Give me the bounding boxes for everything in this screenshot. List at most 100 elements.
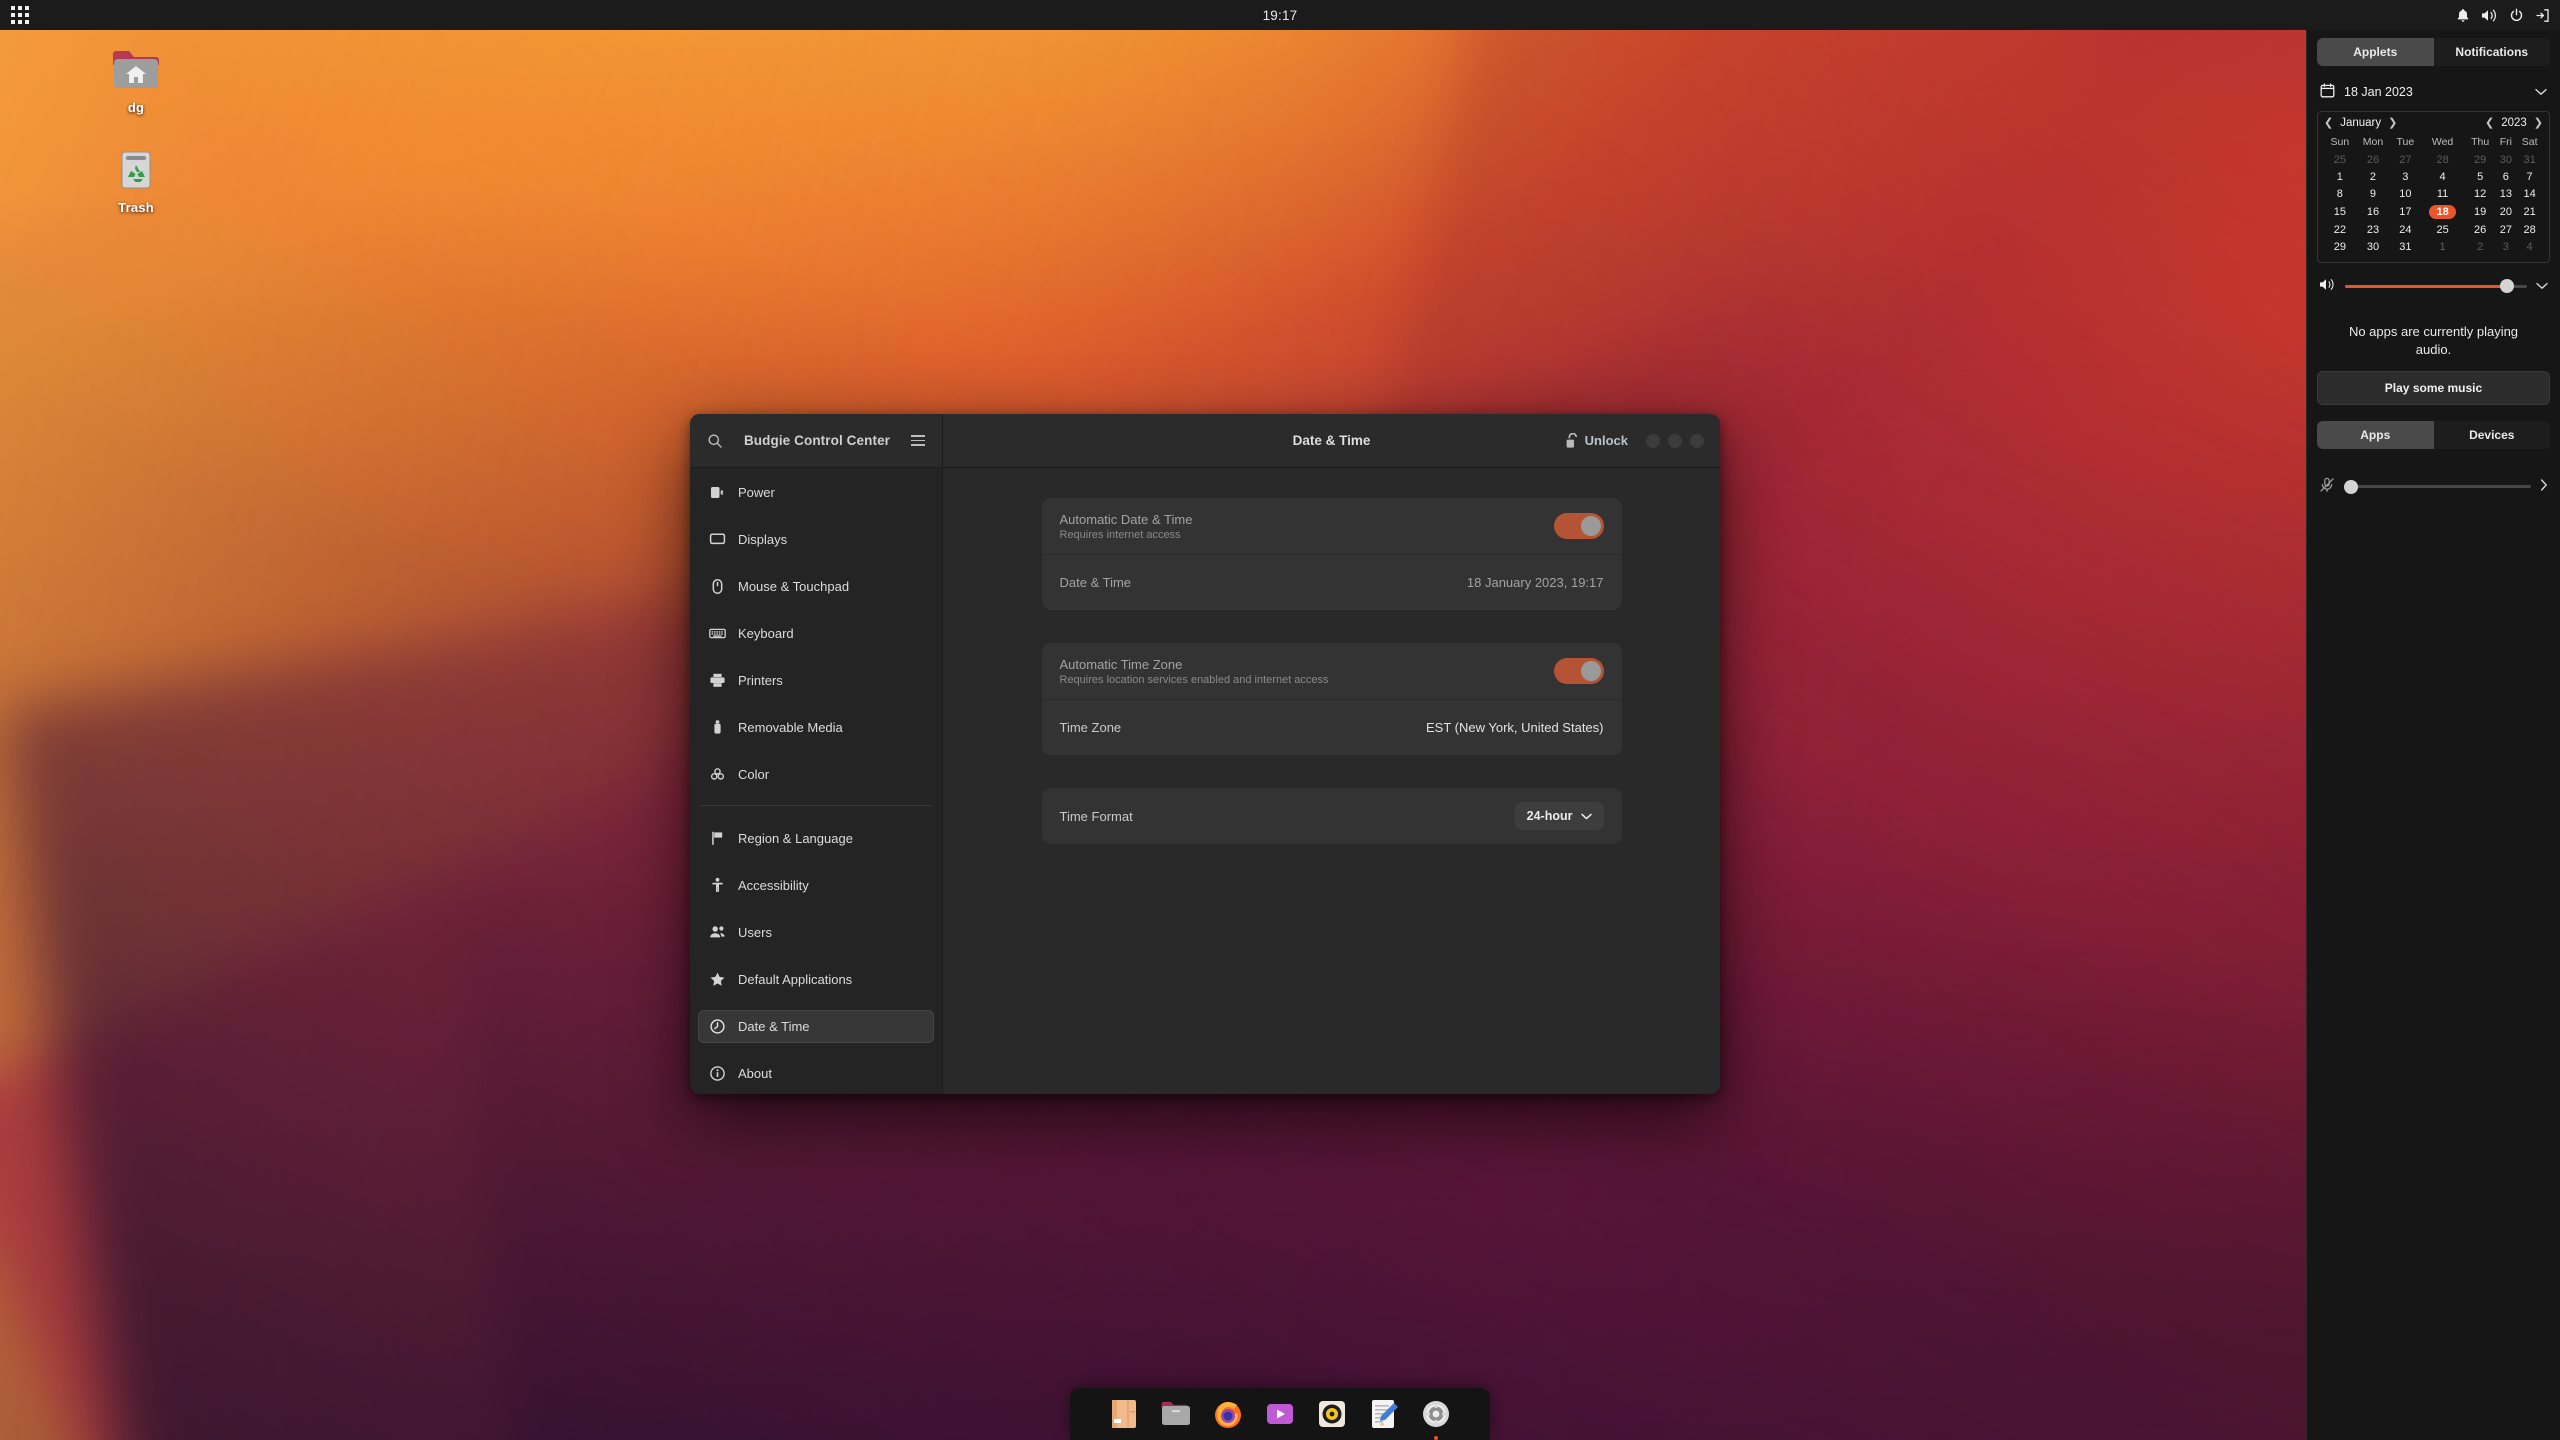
calendar-day[interactable]: 10 [2390, 185, 2420, 202]
calendar-day[interactable]: 11 [2420, 185, 2464, 202]
calendar-day[interactable]: 17 [2390, 202, 2420, 221]
desktop-icon-trash[interactable]: Trash [88, 142, 184, 215]
prev-year-button[interactable]: ❮ [2485, 117, 2494, 129]
calendar-day[interactable]: 22 [2324, 221, 2356, 238]
search-icon[interactable] [704, 433, 726, 449]
sidebar-item-color[interactable]: Color [698, 758, 934, 791]
close-button[interactable] [1690, 433, 1704, 448]
calendar-day[interactable]: 26 [2465, 221, 2496, 238]
calendar-day[interactable]: 21 [2516, 202, 2543, 221]
chevron-right-icon[interactable] [2540, 479, 2548, 494]
sidebar-item-accessibility[interactable]: Accessibility [698, 869, 934, 902]
dock-item-software-center[interactable] [1105, 1395, 1143, 1433]
automatic-date-time-toggle[interactable] [1553, 513, 1604, 539]
dock-item-text-editor[interactable] [1365, 1395, 1403, 1433]
prev-month-button[interactable]: ❮ [2324, 117, 2333, 129]
calendar-day[interactable]: 3 [2495, 238, 2516, 255]
power-icon[interactable] [2509, 8, 2524, 23]
calendar-day[interactable]: 26 [2356, 151, 2391, 168]
calendar-day[interactable]: 9 [2356, 185, 2391, 202]
notifications-bell-icon[interactable] [2456, 8, 2470, 23]
calendar-day[interactable]: 16 [2356, 202, 2391, 221]
row-automatic-time-zone[interactable]: Automatic Time Zone Requires location se… [1042, 643, 1622, 699]
calendar-day[interactable]: 30 [2495, 151, 2516, 168]
dock-item-firefox[interactable] [1209, 1395, 1247, 1433]
calendar-day[interactable]: 24 [2390, 221, 2420, 238]
calendar-day[interactable]: 3 [2390, 168, 2420, 185]
sidebar-item-removable-media[interactable]: Removable Media [698, 711, 934, 744]
calendar-day[interactable]: 28 [2516, 221, 2543, 238]
calendar-day-selected[interactable]: 18 [2420, 202, 2464, 221]
sidebar-item-about[interactable]: About [698, 1057, 934, 1090]
sidebar-item-default-applications[interactable]: Default Applications [698, 963, 934, 996]
calendar-day[interactable]: 23 [2356, 221, 2391, 238]
calendar-day[interactable]: 13 [2495, 185, 2516, 202]
calendar-day[interactable]: 31 [2516, 151, 2543, 168]
desktop-icon-home-folder[interactable]: dg [88, 42, 184, 115]
calendar-day[interactable]: 12 [2465, 185, 2496, 202]
minimize-button[interactable] [1646, 433, 1660, 448]
unlock-button[interactable]: Unlock [1566, 432, 1628, 449]
chevron-down-icon[interactable] [2535, 85, 2547, 99]
tab-apps[interactable]: Apps [2317, 421, 2434, 450]
calendar-day[interactable]: 29 [2324, 238, 2356, 255]
calendar-day[interactable]: 2 [2356, 168, 2391, 185]
row-time-zone[interactable]: Time Zone EST (New York, United States) [1041, 699, 1622, 755]
sidebar-item-printers[interactable]: Printers [698, 664, 934, 697]
chevron-down-icon[interactable] [2536, 279, 2548, 293]
logout-icon[interactable] [2535, 8, 2550, 23]
play-some-music-button[interactable]: Play some music [2317, 371, 2550, 406]
calendar-day[interactable]: 25 [2420, 221, 2464, 238]
microphone-muted-icon[interactable] [2319, 477, 2335, 496]
next-year-button[interactable]: ❯ [2534, 117, 2543, 129]
calendar-day[interactable]: 30 [2356, 238, 2391, 255]
calendar-day[interactable]: 20 [2495, 202, 2516, 221]
volume-slider[interactable] [2345, 278, 2527, 294]
row-date-time[interactable]: Date & Time 18 January 2023, 19:17 [1041, 554, 1622, 610]
calendar-day[interactable]: 14 [2516, 185, 2543, 202]
panel-clock[interactable]: 19:17 [0, 8, 2560, 23]
sidebar-item-date-time[interactable]: Date & Time [698, 1010, 934, 1043]
automatic-time-zone-toggle[interactable] [1553, 658, 1604, 684]
sidebar-item-power[interactable]: Power [698, 476, 934, 509]
microphone-slider[interactable] [2344, 479, 2531, 495]
date-summary-row[interactable]: 18 Jan 2023 [2317, 80, 2550, 111]
dock-item-files[interactable] [1157, 1395, 1195, 1433]
dock-item-video-player[interactable] [1261, 1395, 1299, 1433]
hamburger-icon[interactable] [908, 435, 928, 446]
calendar-day[interactable]: 28 [2420, 151, 2464, 168]
calendar-day[interactable]: 1 [2324, 168, 2356, 185]
slider-knob[interactable] [2344, 479, 2358, 494]
calendar-day[interactable]: 8 [2324, 185, 2356, 202]
calendar-day[interactable]: 4 [2420, 168, 2464, 185]
slider-knob[interactable] [2499, 279, 2514, 293]
tab-applets[interactable]: Applets [2317, 38, 2434, 66]
sidebar-item-region-language[interactable]: Region & Language [698, 822, 934, 855]
calendar-day[interactable]: 5 [2465, 168, 2496, 185]
calendar-day[interactable]: 2 [2465, 238, 2496, 255]
sidebar-item-displays[interactable]: Displays [698, 523, 934, 556]
calendar-day[interactable]: 27 [2495, 221, 2516, 238]
speaker-icon[interactable] [2319, 277, 2336, 295]
calendar-day[interactable]: 1 [2420, 238, 2464, 255]
calendar-day[interactable]: 6 [2495, 168, 2516, 185]
calendar-day[interactable]: 7 [2516, 168, 2543, 185]
sidebar-item-keyboard[interactable]: Keyboard [698, 617, 934, 650]
calendar-day[interactable]: 4 [2516, 238, 2543, 255]
sidebar-item-users[interactable]: Users [698, 916, 934, 949]
dock-item-settings[interactable] [1417, 1395, 1455, 1440]
calendar-day[interactable]: 27 [2390, 151, 2420, 168]
calendar-day[interactable]: 29 [2465, 151, 2496, 168]
calendar-day[interactable]: 15 [2324, 202, 2356, 221]
calendar-day[interactable]: 19 [2465, 202, 2496, 221]
calendar-day[interactable]: 31 [2390, 238, 2420, 255]
dock-item-music-player[interactable] [1313, 1395, 1351, 1433]
row-time-format[interactable]: Time Format 24-hour [1042, 788, 1622, 844]
next-month-button[interactable]: ❯ [2388, 117, 2397, 129]
volume-icon[interactable] [2481, 8, 2498, 23]
tab-devices[interactable]: Devices [2433, 421, 2550, 450]
time-format-dropdown[interactable]: 24-hour [1514, 802, 1604, 830]
row-automatic-date-time[interactable]: Automatic Date & Time Requires internet … [1042, 498, 1622, 554]
maximize-button[interactable] [1668, 433, 1682, 448]
tab-notifications[interactable]: Notifications [2433, 38, 2550, 66]
